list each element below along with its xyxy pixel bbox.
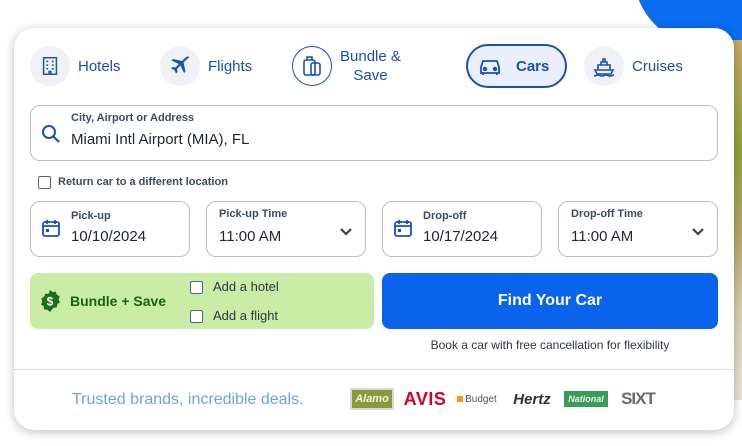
pickup-time-caption: Pick-up Time — [219, 208, 288, 220]
chevron-down-icon — [339, 224, 353, 242]
budget-logo: Budget — [454, 388, 500, 410]
pickup-time-select[interactable]: Pick-up Time 11:00 AM — [206, 201, 366, 257]
add-hotel-label: Add a hotel — [213, 279, 279, 294]
luggage-icon — [292, 46, 332, 86]
tab-cruises[interactable]: Cruises — [584, 42, 683, 90]
location-input[interactable]: Miami Intl Airport (MIA), FL — [71, 131, 249, 148]
location-field[interactable]: City, Airport or Address Miami Intl Airp… — [30, 105, 718, 161]
hotel-icon — [30, 46, 70, 86]
tab-cars-label: Cars — [516, 57, 550, 75]
tab-bundle-save[interactable]: Bundle & Save — [292, 42, 401, 90]
airplane-icon — [160, 46, 200, 86]
alamo-logo-text: Alamo — [355, 393, 389, 405]
tab-cars[interactable]: Cars — [466, 44, 568, 88]
calendar-icon — [41, 218, 61, 243]
dropoff-date-field[interactable]: Drop-off 10/17/2024 — [382, 201, 542, 257]
chevron-down-icon — [691, 224, 705, 242]
pickup-time-value: 11:00 AM — [219, 228, 282, 245]
ship-icon — [584, 46, 624, 86]
trusted-brands-text: Trusted brands, incredible deals. — [72, 391, 304, 408]
add-flight-checkbox[interactable] — [190, 310, 203, 323]
dropoff-caption: Drop-off — [423, 210, 467, 222]
budget-logo-text: Budget — [465, 393, 497, 405]
add-hotel-checkbox[interactable] — [190, 281, 203, 294]
avis-logo: AVIS — [402, 388, 448, 410]
tab-bundle-label-line2: Save — [353, 67, 388, 84]
tab-bundle-label: Bundle & Save — [340, 47, 401, 85]
tab-hotels-label: Hotels — [78, 57, 121, 75]
hertz-logo-text: Hertz — [513, 390, 551, 408]
pickup-caption: Pick-up — [71, 210, 111, 222]
dropoff-time-select[interactable]: Drop-off Time 11:00 AM — [558, 201, 718, 257]
return-different-checkbox[interactable] — [38, 176, 51, 189]
car-icon — [476, 46, 504, 86]
add-flight-label: Add a flight — [213, 308, 279, 323]
tab-hotels[interactable]: Hotels — [30, 42, 121, 90]
bundle-title: Bundle + Save — [70, 293, 167, 309]
national-logo: National — [564, 391, 608, 407]
budget-mark — [457, 396, 464, 402]
tab-flights[interactable]: Flights — [160, 42, 252, 90]
car-search-card: Hotels Flights Bundle & Save Cars Cruise… — [14, 28, 734, 430]
tab-flights-label: Flights — [208, 57, 253, 75]
dollar-badge-icon: $ — [38, 289, 62, 318]
bundle-save-box: $ Bundle + Save Add a hotel Add a flight — [30, 273, 374, 329]
search-icon — [41, 124, 61, 149]
dropoff-time-caption: Drop-off Time — [571, 208, 643, 220]
find-your-car-button[interactable]: Find Your Car — [382, 273, 718, 329]
tab-cruises-label: Cruises — [632, 57, 683, 75]
hertz-logo: Hertz — [510, 388, 554, 410]
avis-logo-text: AVIS — [403, 388, 447, 409]
return-different-label: Return car to a different location — [58, 176, 228, 188]
cancellation-note: Book a car with free cancellation for fl… — [430, 338, 670, 352]
calendar-icon — [393, 218, 413, 243]
svg-text:$: $ — [47, 295, 54, 309]
tab-bundle-label-line1: Bundle & — [340, 48, 401, 65]
pickup-date-field[interactable]: Pick-up 10/10/2024 — [30, 201, 190, 257]
location-caption: City, Airport or Address — [71, 112, 195, 124]
product-tabs: Hotels Flights Bundle & Save Cars Cruise… — [30, 42, 730, 90]
sixt-logo-text: SIXT — [621, 389, 656, 408]
sixt-logo: SIXT — [616, 388, 660, 410]
divider — [14, 369, 734, 370]
dropoff-time-value: 11:00 AM — [571, 228, 634, 245]
dropoff-date-value: 10/17/2024 — [423, 228, 499, 245]
national-logo-text: National — [568, 394, 604, 404]
alamo-logo: Alamo — [350, 388, 394, 410]
pickup-date-value: 10/10/2024 — [71, 228, 147, 245]
